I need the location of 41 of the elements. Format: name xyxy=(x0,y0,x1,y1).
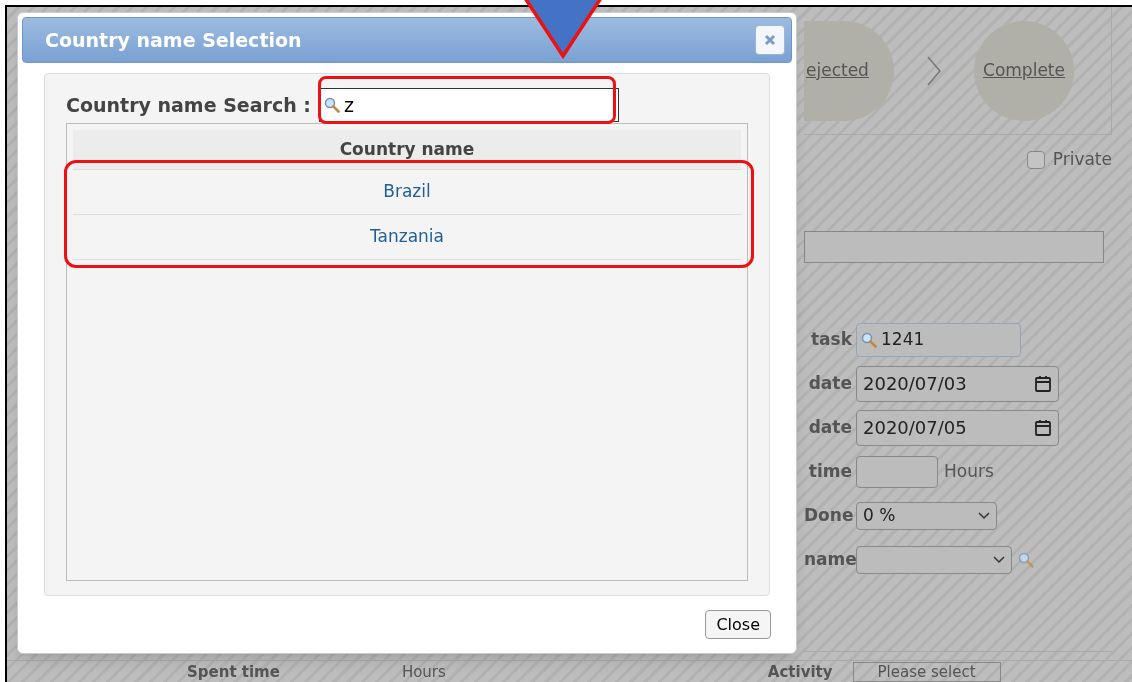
date-field[interactable]: 2020/07/05 xyxy=(856,409,1059,446)
close-icon[interactable] xyxy=(755,25,785,55)
chevron-right-icon xyxy=(926,54,942,87)
field-value: 2020/07/05 xyxy=(863,416,967,440)
field-label: time xyxy=(807,459,852,483)
private-checkbox[interactable] xyxy=(1026,150,1045,169)
select-field[interactable] xyxy=(856,545,1012,574)
step-link[interactable]: Complete xyxy=(983,57,1065,84)
select-field[interactable]: Please select xyxy=(852,661,1001,682)
search-label: Country name Search : xyxy=(66,92,311,118)
chevron-down-icon xyxy=(993,555,1005,564)
table-row[interactable]: Brazil xyxy=(73,170,741,215)
table-row[interactable]: Tanzania xyxy=(73,215,741,260)
dialog-title: Country name Selection xyxy=(45,27,302,53)
search-icon xyxy=(861,331,877,348)
field-value: z xyxy=(343,92,354,118)
task-search-field[interactable]: 1241 xyxy=(856,322,1021,357)
unit-label: Hours xyxy=(401,662,446,681)
close-button[interactable]: Close xyxy=(705,610,771,639)
unit-label: Hours xyxy=(944,459,994,483)
hours-input[interactable] xyxy=(856,455,938,488)
field-label: date xyxy=(807,371,852,395)
calendar-icon xyxy=(1034,374,1052,393)
field-label: task xyxy=(809,327,852,351)
field-label: Done xyxy=(804,503,852,527)
search-icon xyxy=(323,97,340,113)
field-label: Spent time xyxy=(187,662,280,681)
text-input[interactable] xyxy=(804,230,1104,263)
field-value: 1241 xyxy=(881,327,925,351)
date-field[interactable]: 2020/07/03 xyxy=(856,365,1059,402)
column-header: Country name xyxy=(73,130,741,170)
chevron-down-icon xyxy=(978,511,990,520)
checkbox-label: Private xyxy=(1052,148,1112,171)
select-field[interactable]: 0 % xyxy=(856,501,997,530)
calendar-icon xyxy=(1034,418,1052,437)
search-icon xyxy=(1018,551,1034,568)
field-label: date xyxy=(807,415,852,439)
country-search-field[interactable]: z xyxy=(318,88,619,122)
field-value: 0 % xyxy=(863,503,896,527)
field-label: Activity xyxy=(767,662,833,681)
field-value: 2020/07/03 xyxy=(863,372,967,396)
